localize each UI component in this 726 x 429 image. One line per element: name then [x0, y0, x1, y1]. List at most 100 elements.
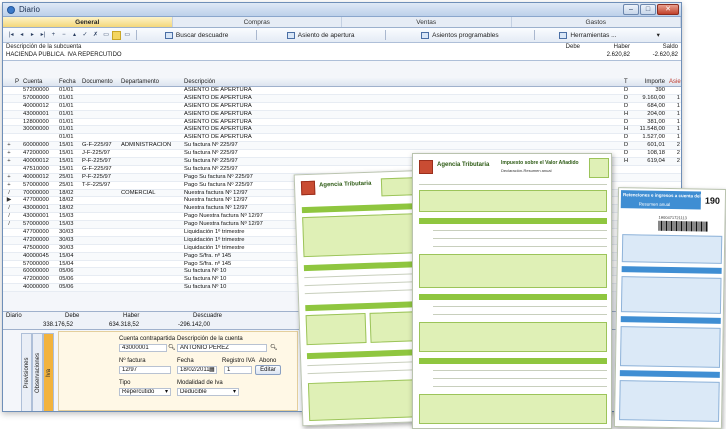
- cuenta-cell: 43000001: [23, 213, 49, 220]
- saldo-label: Saldo: [662, 44, 678, 50]
- fecha-cell: 15/01: [59, 150, 74, 157]
- tab-iva[interactable]: Iva: [43, 333, 54, 411]
- asiento-cell: 1: [676, 118, 680, 125]
- first-record-button[interactable]: |◂: [7, 31, 16, 40]
- row-p: [13, 126, 21, 133]
- last-record-button[interactable]: ▸|: [39, 31, 48, 40]
- modalidad-select[interactable]: Deducible ▾: [177, 388, 239, 396]
- tab-compras[interactable]: Compras: [173, 17, 342, 27]
- descripcion-cell: ASIENTO DE APERTURA: [184, 126, 252, 133]
- cta-desc-label: Descripción de la cuenta: [177, 336, 243, 342]
- departamento-cell: [119, 261, 182, 268]
- cuenta-cell: 47200000: [23, 276, 49, 283]
- table-row[interactable]: 01/01 ASIENTO DE APERTURA D 1.527,00 1: [3, 134, 681, 143]
- chevron-down-icon: ▾: [656, 32, 660, 39]
- grid-header: P Cuenta Fecha Documento Departamento De…: [3, 78, 681, 87]
- asiento-cell: 1: [676, 126, 680, 133]
- row-selector: [3, 245, 13, 252]
- diario-label: Diario: [6, 313, 22, 319]
- calendar-icon[interactable]: ▦: [209, 366, 215, 373]
- documento-cell: [80, 87, 119, 94]
- col-fecha[interactable]: Fecha: [57, 78, 80, 86]
- fecha-cell: 01/01: [59, 134, 74, 141]
- col-t[interactable]: T: [622, 78, 634, 86]
- col-documento[interactable]: Documento: [80, 78, 119, 86]
- documento-cell: [80, 245, 119, 252]
- next-record-button[interactable]: ▸: [28, 31, 37, 40]
- col-cuenta[interactable]: Cuenta: [21, 78, 57, 86]
- fecha-cell: 15/03: [59, 213, 74, 220]
- importe-cell: [634, 166, 667, 173]
- table-row[interactable]: +60000000 15/01 G-F-225/97 ADMINISTRACION Su…: [3, 142, 681, 151]
- folder-icon[interactable]: [112, 30, 121, 40]
- edit-record-button[interactable]: ▴: [70, 31, 79, 40]
- registro-input[interactable]: 1: [224, 366, 252, 374]
- cancel-button[interactable]: ✗: [91, 31, 100, 40]
- agency-logo-icon: [419, 160, 433, 174]
- table-row[interactable]: 57200000 01/01 ASIENTO DE APERTURA D 390: [3, 87, 681, 95]
- descripcion-cell: ASIENTO DE APERTURA: [184, 110, 252, 117]
- col-importe[interactable]: Importe: [634, 78, 667, 86]
- row-selector: [3, 103, 13, 110]
- departamento-cell: [119, 126, 182, 133]
- search-icon[interactable]: 🔍︎: [168, 344, 176, 351]
- debe-label: Debe: [565, 44, 580, 50]
- col-p[interactable]: P: [13, 78, 21, 86]
- form3-subtitle: Resumen anual: [638, 201, 671, 207]
- documento-cell: [80, 253, 119, 260]
- fecha-cell: 15/03: [59, 221, 74, 228]
- tipo-select[interactable]: Repercutido ▾: [119, 388, 171, 396]
- asiento-apertura-button[interactable]: Asiento de apertura: [260, 29, 382, 42]
- tab-general[interactable]: General: [3, 17, 173, 27]
- col-asiento[interactable]: Asiento: [667, 78, 681, 86]
- departamento-cell: [119, 182, 182, 189]
- t-cell: H: [624, 158, 629, 165]
- editar-button[interactable]: Editar: [255, 365, 281, 375]
- descripcion-cell: ASIENTO DE APERTURA: [184, 134, 252, 141]
- confirm-button[interactable]: ✓: [81, 31, 90, 40]
- asiento-cell: [667, 174, 681, 181]
- documento-cell: [80, 221, 119, 228]
- cuenta-cell: 47700000: [23, 197, 49, 204]
- asiento-cell: 2: [676, 142, 680, 149]
- table-row[interactable]: 57000000 01/01 ASIENTO DE APERTURA D 9.160,0…: [3, 94, 681, 103]
- note-icon[interactable]: ▭: [123, 31, 132, 40]
- tab-observaciones[interactable]: Observaciones: [32, 333, 43, 411]
- fecha-cell: 05/06: [59, 268, 74, 275]
- departamento-cell: [119, 276, 182, 283]
- table-row[interactable]: 12800000 01/01 ASIENTO DE APERTURA D 381,00 1: [3, 118, 681, 127]
- tab-previsiones[interactable]: Previsiones: [21, 333, 32, 411]
- fecha-cell: 30/03: [59, 236, 74, 243]
- col-departamento[interactable]: Departamento: [119, 78, 182, 86]
- tab-ventas[interactable]: Ventas: [342, 17, 512, 27]
- asiento-cell: 1: [676, 134, 680, 141]
- add-record-button[interactable]: +: [49, 31, 58, 40]
- buscar-descuadre-button[interactable]: Buscar descuadre: [140, 29, 252, 42]
- close-button[interactable]: ✕: [657, 4, 679, 15]
- tab-gastos[interactable]: Gastos: [512, 17, 681, 27]
- row-p: [13, 111, 21, 118]
- t-cell: D: [624, 118, 629, 125]
- asientos-programables-button[interactable]: Asientos programables: [389, 29, 532, 42]
- cta-input[interactable]: 43000001: [119, 344, 167, 352]
- maximize-button[interactable]: □: [640, 4, 656, 15]
- table-row[interactable]: 43000001 01/01 ASIENTO DE APERTURA H 204,00 1: [3, 110, 681, 119]
- factura-input[interactable]: 12/97: [119, 366, 171, 374]
- cuenta-cell: 60000000: [23, 142, 49, 149]
- saldo-value: -2.620,82: [652, 52, 678, 58]
- barcode-icon: [658, 220, 709, 232]
- delete-record-button[interactable]: −: [60, 31, 69, 40]
- lookup-icon[interactable]: 🔍︎: [270, 344, 278, 351]
- table-row[interactable]: 40000012 01/01 ASIENTO DE APERTURA D 684,00 1: [3, 102, 681, 111]
- col-descripcion[interactable]: Descripción: [182, 78, 622, 86]
- departamento-cell: [119, 284, 182, 291]
- copy-icon[interactable]: ▭: [102, 31, 111, 40]
- herramientas-menu[interactable]: Herramientas ... ▾: [538, 29, 681, 42]
- cta-desc-input[interactable]: ANTONIO PEREZ: [177, 344, 267, 352]
- table-row[interactable]: 30000000 01/01 ASIENTO DE APERTURA H 11.548,…: [3, 126, 681, 135]
- debe-diario-value: 338.176,52: [43, 322, 74, 328]
- minimize-button[interactable]: –: [623, 4, 639, 15]
- factura-label: Nº factura: [119, 358, 146, 364]
- prev-record-button[interactable]: ◂: [18, 31, 27, 40]
- row-selector: [3, 268, 13, 275]
